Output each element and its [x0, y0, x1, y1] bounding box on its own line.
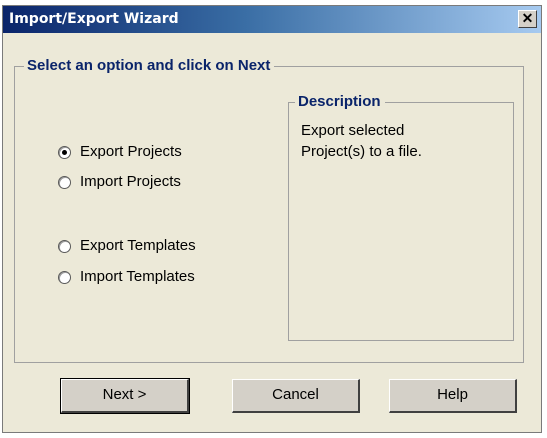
radio-button-icon[interactable]: [58, 270, 71, 284]
radio-label-import-projects: Import Projects: [80, 173, 181, 190]
option-group-legend: Select an option and click on Next: [24, 57, 275, 75]
radio-label-export-templates: Export Templates: [80, 237, 196, 254]
radio-button-icon[interactable]: [58, 239, 71, 253]
description-text: Export selected Project(s) to a file.: [301, 120, 501, 162]
radio-label-export-projects: Export Projects: [80, 143, 182, 160]
radio-import-templates[interactable]: Import Templates: [58, 267, 195, 287]
next-button[interactable]: Next >: [60, 378, 190, 414]
title-bar[interactable]: Import/Export Wizard ✕: [3, 6, 541, 33]
close-icon: ✕: [521, 10, 534, 26]
radio-button-icon[interactable]: [58, 175, 71, 189]
radio-export-templates[interactable]: Export Templates: [58, 236, 196, 256]
radio-button-icon[interactable]: [58, 145, 71, 159]
radio-selected-dot: [62, 149, 67, 155]
radio-export-projects[interactable]: Export Projects: [58, 142, 182, 162]
window-title: Import/Export Wizard: [9, 11, 179, 27]
description-line-2: Project(s) to a file.: [301, 143, 422, 160]
close-button[interactable]: ✕: [518, 10, 537, 28]
description-legend: Description: [295, 93, 385, 111]
description-line-1: Export selected: [301, 122, 405, 139]
radio-import-projects[interactable]: Import Projects: [58, 172, 181, 192]
cancel-button[interactable]: Cancel: [232, 379, 360, 413]
help-button[interactable]: Help: [389, 379, 517, 413]
radio-label-import-templates: Import Templates: [80, 268, 195, 285]
